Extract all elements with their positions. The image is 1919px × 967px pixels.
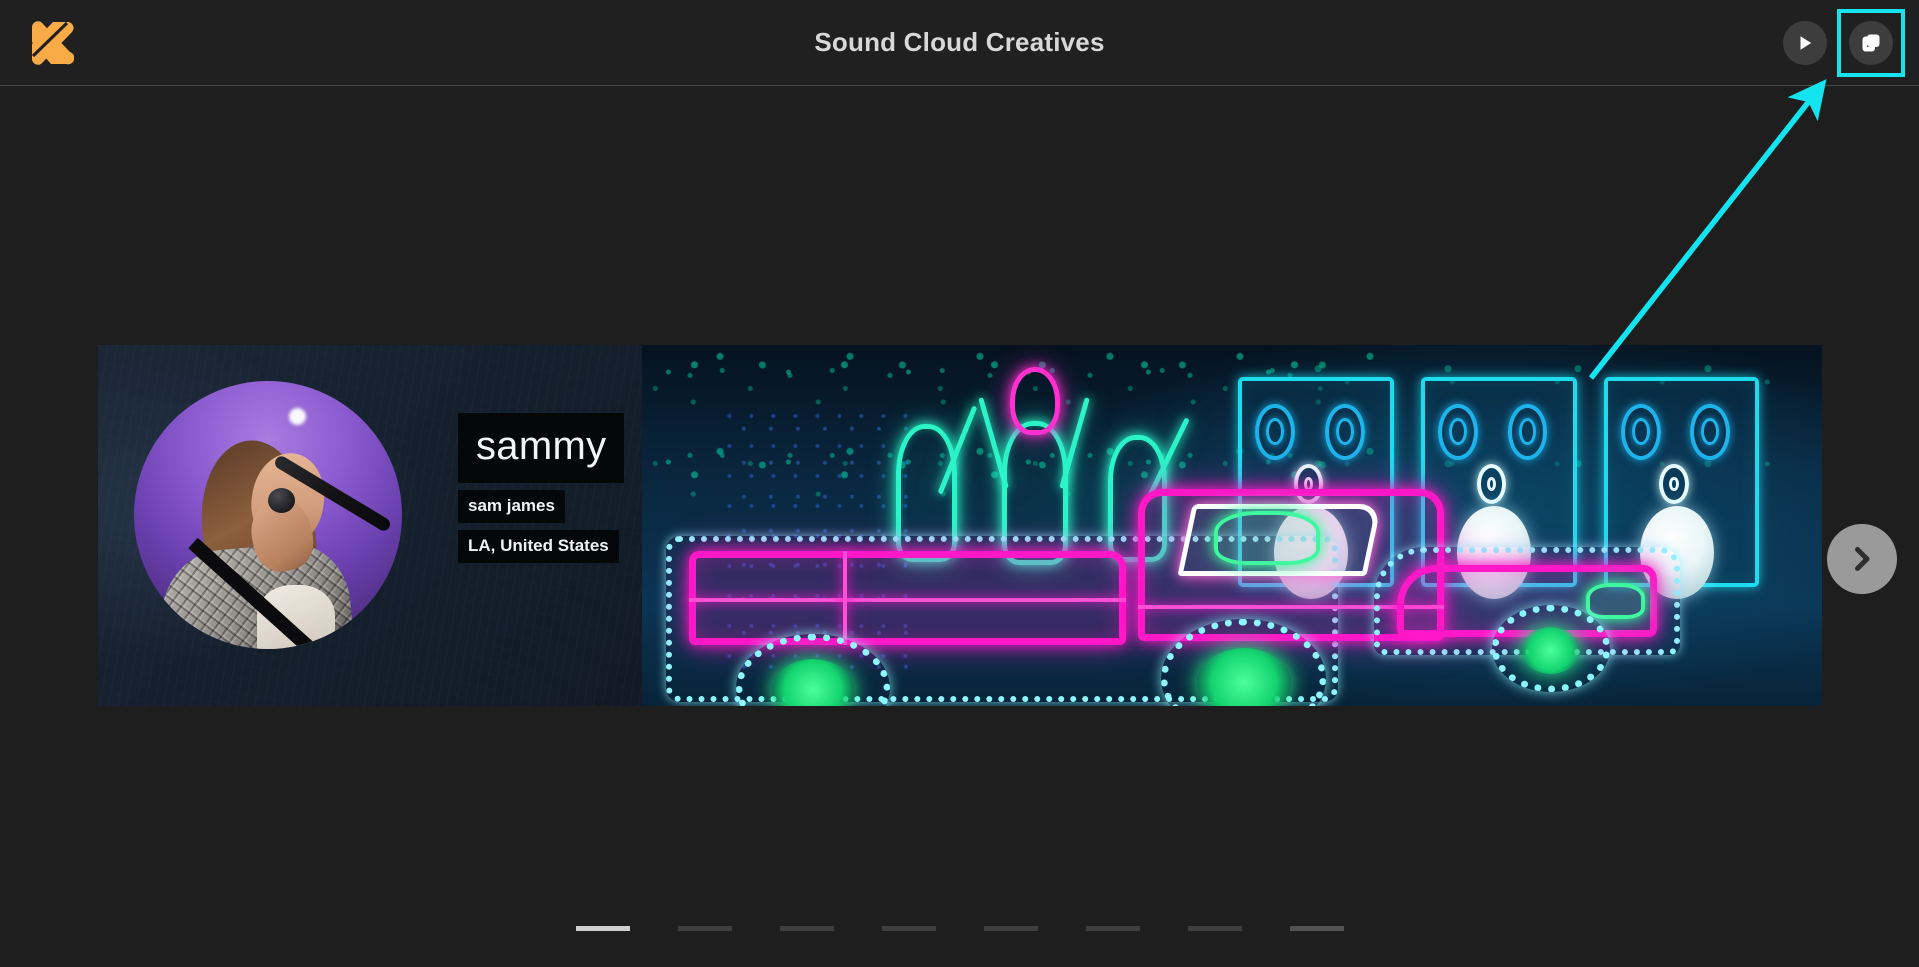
duplicate-button-highlight bbox=[1837, 9, 1905, 77]
pagination-dash-8[interactable] bbox=[1289, 926, 1344, 931]
next-slide-button[interactable] bbox=[1827, 524, 1897, 594]
artist-panel: sammy sam james LA, United States bbox=[98, 345, 642, 706]
artist-location: LA, United States bbox=[458, 530, 619, 563]
neon-truck-bed-line-v bbox=[842, 550, 847, 645]
chevron-right-icon bbox=[1855, 547, 1870, 571]
slide-canvas: sammy sam james LA, United States bbox=[0, 86, 1919, 967]
copy-icon bbox=[1862, 34, 1880, 52]
page-title: Sound Cloud Creatives bbox=[814, 27, 1105, 57]
slide-card[interactable]: sammy sam james LA, United States bbox=[98, 345, 1822, 706]
pagination-dash-5[interactable] bbox=[983, 926, 1038, 931]
duplicate-button[interactable] bbox=[1849, 21, 1893, 65]
app-header: Sound Cloud Creatives bbox=[0, 0, 1919, 86]
neon-dancer-2-head bbox=[1010, 366, 1060, 436]
pagination bbox=[0, 926, 1919, 931]
neon-hood-detail bbox=[1586, 583, 1645, 620]
pagination-dash-6[interactable] bbox=[1085, 926, 1140, 931]
neon-truck-wheel-front-core bbox=[1196, 648, 1291, 706]
app-root: Sound Cloud Creatives sammy sam james LA… bbox=[0, 0, 1919, 967]
play-icon bbox=[1800, 36, 1812, 50]
header-actions bbox=[1783, 8, 1905, 78]
banner-image bbox=[642, 345, 1822, 706]
artist-real-name: sam james bbox=[458, 490, 565, 523]
stage-light bbox=[289, 407, 307, 425]
pagination-dash-2[interactable] bbox=[677, 926, 732, 931]
neon-truck-wheel-hood-core bbox=[1521, 626, 1581, 674]
artist-name: sammy bbox=[458, 413, 625, 483]
neon-driver-figure bbox=[1214, 511, 1321, 566]
pagination-dash-1[interactable] bbox=[575, 926, 630, 931]
neon-truck-bed-line-h bbox=[689, 597, 1126, 602]
avatar bbox=[134, 381, 402, 649]
preview-button[interactable] bbox=[1783, 21, 1827, 65]
pagination-dash-4[interactable] bbox=[881, 926, 936, 931]
microphone-head bbox=[268, 488, 295, 514]
pagination-dash-7[interactable] bbox=[1187, 926, 1242, 931]
pagination-dash-3[interactable] bbox=[779, 926, 834, 931]
artist-meta: sammy sam james LA, United States bbox=[458, 413, 625, 563]
